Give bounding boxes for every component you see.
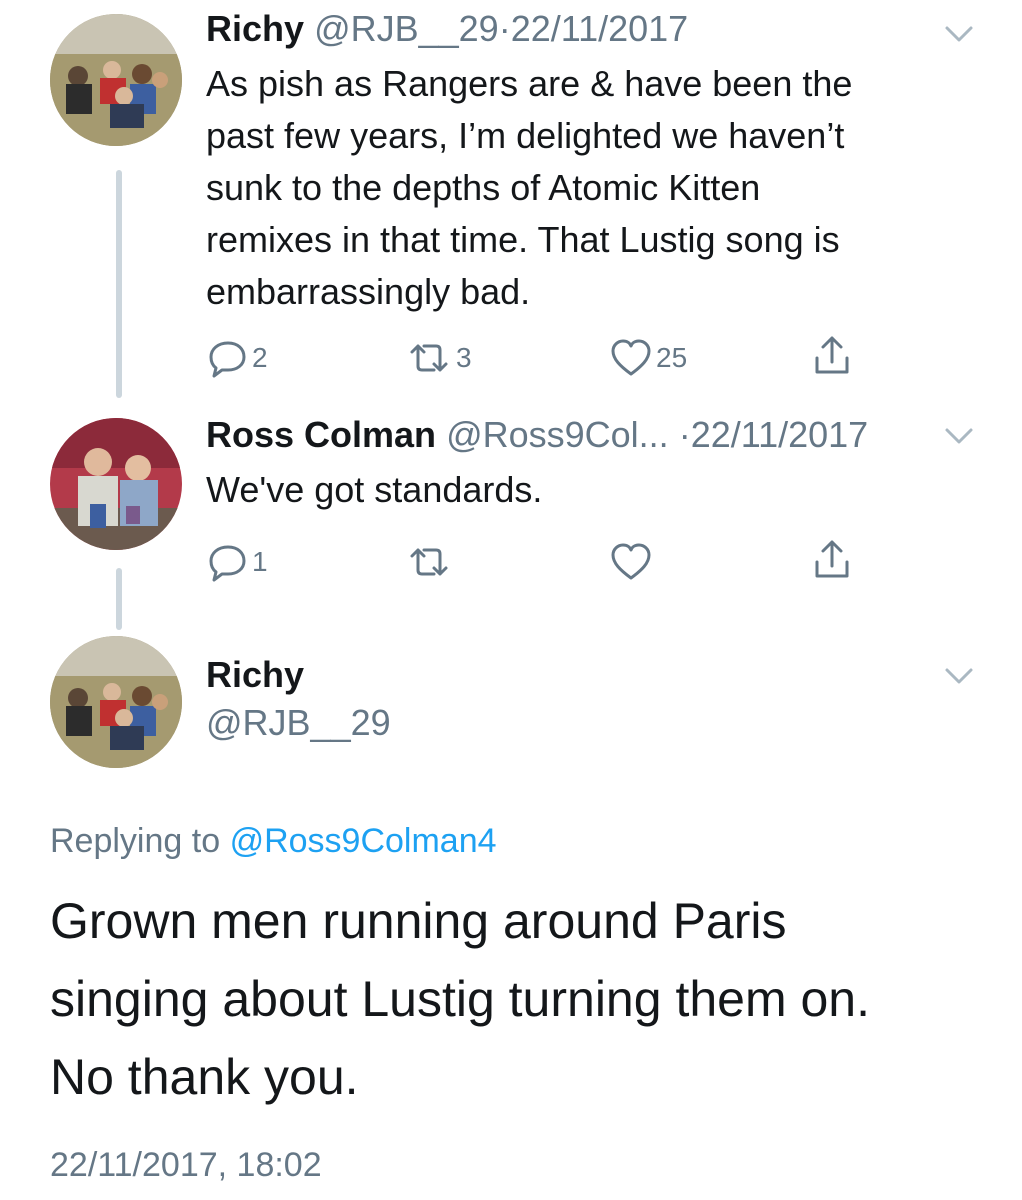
share-button[interactable]: [812, 336, 852, 376]
tweet-date[interactable]: 22/11/2017: [511, 8, 689, 49]
replying-to: Replying to @Ross9Colman4: [50, 822, 497, 861]
retweet-button[interactable]: 3: [406, 338, 472, 378]
author-handle[interactable]: @Ross9Col...: [446, 414, 669, 455]
separator: ·: [498, 8, 511, 49]
chevron-down-icon[interactable]: [944, 426, 974, 446]
tweet-date[interactable]: 22/11/2017: [691, 414, 869, 455]
author-name[interactable]: Richy: [206, 654, 304, 696]
tweet-line: sunk to the depths of Atomic Kitten: [206, 167, 761, 208]
avatar-richy[interactable]: [50, 14, 182, 146]
author-handle[interactable]: @RJB__29: [206, 702, 391, 744]
separator: ·: [678, 414, 691, 455]
retweet-count: 3: [456, 342, 472, 373]
heart-icon: [611, 543, 651, 580]
author-handle[interactable]: @RJB__29: [314, 8, 499, 49]
thread-line: [116, 568, 122, 630]
reply-count: 1: [252, 546, 268, 577]
share-icon: [815, 336, 849, 374]
retweet-icon: [410, 548, 448, 576]
retweet-icon: [410, 344, 448, 372]
retweet-button[interactable]: [406, 542, 456, 582]
share-icon: [815, 540, 849, 578]
thread-line: [116, 170, 122, 398]
detail-tweet-text: Grown men running around Paris singing a…: [50, 882, 970, 1116]
tweet-line: past few years, I’m delighted we haven’t: [206, 115, 845, 156]
reply-button[interactable]: 2: [208, 338, 268, 378]
like-count: 25: [656, 342, 688, 373]
tweet-line: embarrassingly bad.: [206, 271, 531, 312]
tweet-line: As pish as Rangers are & have been the: [206, 63, 853, 104]
avatar-richy[interactable]: [50, 636, 182, 768]
like-button[interactable]: [610, 542, 656, 582]
tweet-header: Ross Colman @Ross9Col... ·22/11/2017: [206, 414, 868, 456]
chevron-down-icon[interactable]: [944, 24, 974, 44]
tweet-timestamp[interactable]: 22/11/2017, 18:02: [50, 1146, 322, 1185]
reply-icon: [209, 341, 246, 378]
like-button[interactable]: 25: [610, 338, 687, 378]
avatar-ross[interactable]: [50, 418, 182, 550]
tweet-header: Richy @RJB__29·22/11/2017: [206, 8, 688, 50]
replying-to-link[interactable]: @Ross9Colman4: [230, 822, 497, 860]
tweet-line: Grown men running around Paris: [50, 893, 787, 949]
tweet-text: We've got standards.: [206, 464, 966, 516]
reply-icon: [209, 545, 246, 582]
tweet-line: remixes in that time. That Lustig song i…: [206, 219, 840, 260]
reply-count: 2: [252, 342, 268, 373]
heart-icon: [611, 339, 651, 376]
chevron-down-icon[interactable]: [944, 666, 974, 686]
share-button[interactable]: [812, 540, 852, 580]
tweet-line: No thank you.: [50, 1049, 359, 1105]
replying-prefix: Replying to: [50, 822, 221, 860]
reply-button[interactable]: 1: [208, 542, 268, 582]
tweet-line: We've got standards.: [206, 469, 543, 510]
author-name[interactable]: Ross Colman: [206, 414, 436, 455]
tweet-line: singing about Lustig turning them on.: [50, 971, 870, 1027]
tweet-text: As pish as Rangers are & have been the p…: [206, 58, 966, 318]
author-name[interactable]: Richy: [206, 8, 304, 49]
